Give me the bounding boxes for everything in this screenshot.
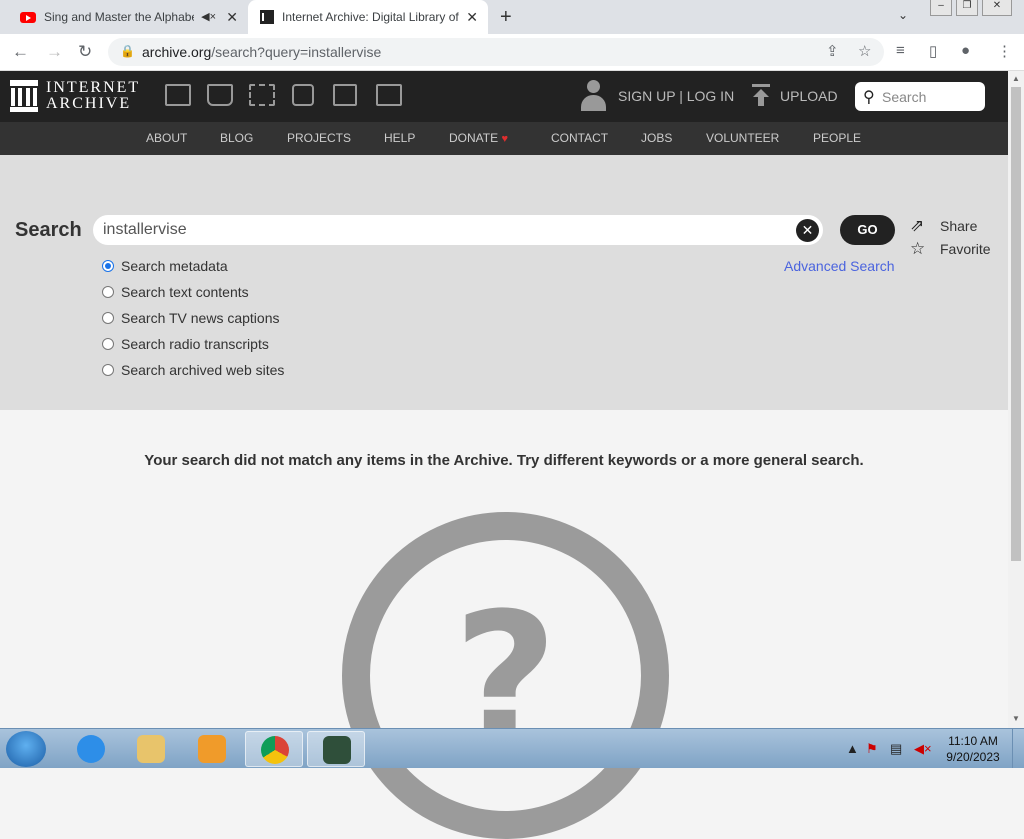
bookmark-star-icon[interactable]: ☆	[858, 42, 871, 60]
favorite-link[interactable]: Favorite	[940, 241, 991, 257]
speaker-muted-icon[interactable]: ◀×	[201, 10, 216, 23]
task-manager-icon	[323, 736, 351, 764]
option-search-tv[interactable]: Search TV news captions	[102, 310, 280, 326]
option-search-text[interactable]: Search text contents	[102, 284, 249, 300]
advanced-search-link[interactable]: Advanced Search	[784, 258, 895, 274]
menu-kebab-icon[interactable]: ⋮	[997, 42, 1012, 60]
search-input[interactable]	[103, 221, 783, 239]
forward-arrow-icon[interactable]: →	[46, 42, 63, 62]
radio-button[interactable]	[102, 364, 114, 376]
page-scrollbar[interactable]: ▲ ▼	[1008, 71, 1024, 728]
floppy-disk-icon[interactable]	[333, 84, 357, 106]
profile-avatar-icon[interactable]: ●	[961, 42, 970, 59]
image-icon[interactable]	[376, 84, 402, 106]
flag-alert-icon[interactable]: ⚑	[866, 741, 878, 757]
clear-search-button[interactable]: ✕	[796, 219, 819, 242]
search-icon: ⚲	[863, 89, 875, 106]
nav-help[interactable]: HELP	[384, 131, 415, 145]
favorite-star-icon[interactable]: ☆	[910, 239, 925, 259]
header-search-input[interactable]: ⚲ Search	[855, 82, 985, 111]
web-icon[interactable]	[165, 84, 191, 106]
explorer-taskbar-button[interactable]	[122, 731, 180, 767]
youtube-icon	[20, 11, 36, 23]
upload-link[interactable]: UPLOAD	[780, 88, 838, 104]
share-page-icon[interactable]: ⇪	[826, 42, 839, 60]
tab-strip: Sing and Master the Alphabet ◀× ✕ Intern…	[0, 0, 1024, 34]
nav-people[interactable]: PEOPLE	[813, 131, 861, 145]
chrome-icon	[261, 736, 289, 764]
ie-taskbar-button[interactable]	[62, 731, 120, 767]
new-tab-button[interactable]: +	[500, 6, 512, 29]
share-link[interactable]: Share	[940, 218, 977, 234]
radio-button[interactable]	[102, 338, 114, 350]
system-clock[interactable]: 11:10 AM 9/20/2023	[940, 733, 1006, 765]
nav-blog[interactable]: BLOG	[220, 131, 253, 145]
nav-projects[interactable]: PROJECTS	[287, 131, 351, 145]
tab-internet-archive[interactable]: Internet Archive: Digital Library of ✕	[248, 0, 488, 34]
ia-logo[interactable]: INTERNET ARCHIVE	[10, 80, 140, 112]
option-search-metadata[interactable]: Search metadata	[102, 258, 228, 274]
close-window-button[interactable]: ✕	[982, 0, 1012, 16]
search-field[interactable]	[93, 215, 823, 245]
option-search-web[interactable]: Search archived web sites	[102, 362, 284, 378]
address-bar: ← → ↻ 🔒 archive.org/search?query=install…	[0, 34, 1024, 71]
lock-icon[interactable]: 🔒	[120, 44, 135, 58]
nav-contact[interactable]: CONTACT	[551, 131, 608, 145]
go-button[interactable]: GO	[840, 215, 895, 245]
share-icon[interactable]: ⇗	[910, 216, 924, 236]
upload-icon[interactable]	[752, 84, 770, 108]
tab-title: Internet Archive: Digital Library of	[282, 10, 459, 24]
header-search-placeholder: Search	[882, 89, 927, 105]
tab-title: Sing and Master the Alphabet	[44, 10, 194, 24]
radio-button[interactable]	[102, 312, 114, 324]
start-button[interactable]	[6, 731, 46, 767]
internet-explorer-icon	[77, 735, 105, 763]
task-manager-taskbar-button[interactable]	[307, 731, 365, 767]
nav-jobs[interactable]: JOBS	[641, 131, 672, 145]
logo-line2: ARCHIVE	[46, 95, 132, 112]
tab-youtube[interactable]: Sing and Master the Alphabet ◀× ✕	[8, 0, 248, 34]
film-icon[interactable]	[249, 84, 275, 106]
show-desktop-button[interactable]	[1012, 729, 1024, 768]
media-controls-icon[interactable]: ≡	[896, 42, 905, 59]
back-arrow-icon[interactable]: ←	[12, 42, 29, 62]
archive-favicon-icon	[260, 10, 276, 24]
network-icon[interactable]: ▤	[890, 741, 902, 757]
minimize-button[interactable]: –	[930, 0, 952, 16]
close-tab-icon[interactable]: ✕	[226, 9, 238, 26]
speaker-icon[interactable]	[292, 84, 314, 106]
nav-donate[interactable]: DONATE ♥	[449, 131, 508, 145]
book-icon[interactable]	[207, 84, 233, 106]
reload-icon[interactable]: ↻	[78, 42, 92, 62]
tray-expand-icon[interactable]: ▲	[846, 741, 859, 756]
heart-icon: ♥	[501, 133, 508, 145]
omnibox[interactable]: 🔒 archive.org/search?query=installervise	[108, 38, 884, 66]
media-player-taskbar-button[interactable]	[183, 731, 241, 767]
nav-about[interactable]: ABOUT	[146, 131, 187, 145]
option-search-radio[interactable]: Search radio transcripts	[102, 336, 269, 352]
window-controls: – ❐ ✕	[930, 0, 1012, 16]
folder-icon	[137, 735, 165, 763]
scroll-up-icon[interactable]: ▲	[1012, 74, 1020, 83]
restore-button[interactable]: ❐	[956, 0, 978, 16]
no-results-message: Your search did not match any items in t…	[144, 452, 864, 469]
user-avatar-icon[interactable]	[580, 80, 606, 112]
signup-login-link[interactable]: SIGN UP | LOG IN	[618, 88, 734, 104]
scroll-down-icon[interactable]: ▼	[1012, 714, 1020, 723]
radio-button[interactable]	[102, 260, 114, 272]
nav-volunteer[interactable]: VOLUNTEER	[706, 131, 779, 145]
search-heading: Search	[15, 219, 82, 241]
media-player-icon	[198, 735, 226, 763]
tab-search-chevron-icon[interactable]: ⌄	[898, 8, 908, 22]
close-tab-icon[interactable]: ✕	[466, 9, 478, 26]
radio-button[interactable]	[102, 286, 114, 298]
logo-line1: INTERNET	[46, 79, 141, 96]
scroll-thumb[interactable]	[1011, 87, 1021, 561]
url-text[interactable]: archive.org/search?query=installervise	[142, 44, 381, 60]
volume-muted-icon[interactable]: ◀×	[914, 741, 932, 757]
side-panel-icon[interactable]: ▯	[929, 42, 937, 60]
archive-building-icon	[10, 80, 38, 112]
question-mark-icon: ?	[342, 512, 669, 839]
chrome-taskbar-button[interactable]	[245, 731, 303, 767]
